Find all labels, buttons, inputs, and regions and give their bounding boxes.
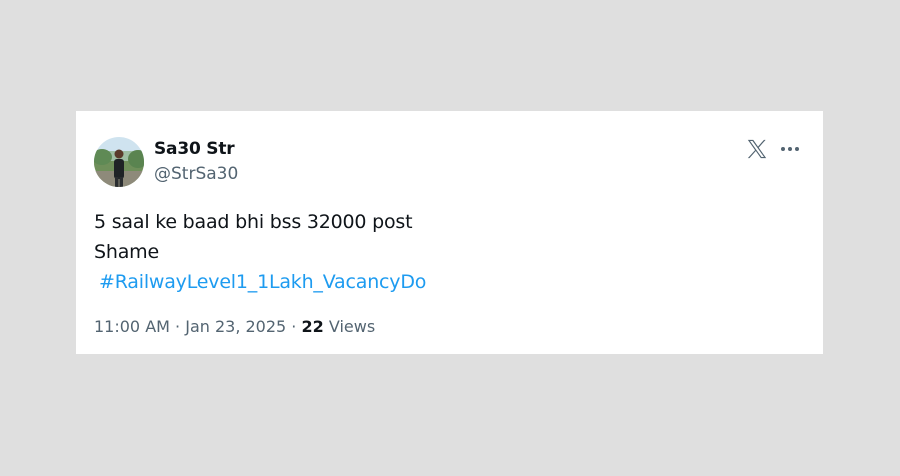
tweet-text: 5 saal ke baad bhi bss 32000 post Shame … bbox=[94, 207, 426, 297]
tweet-date[interactable]: Jan 23, 2025 bbox=[185, 317, 286, 336]
tweet-card[interactable]: Sa30 Str @StrSa30 5 saal ke baad bhi bss… bbox=[76, 111, 823, 354]
x-logo-icon[interactable] bbox=[746, 138, 768, 160]
tweet-time[interactable]: 11:00 AM bbox=[94, 317, 170, 336]
views-count: 22 bbox=[301, 317, 324, 336]
tweet-text-line: Shame bbox=[94, 241, 159, 263]
user-handle[interactable]: @StrSa30 bbox=[154, 164, 238, 184]
tweet-text-line: 5 saal ke baad bhi bss 32000 post bbox=[94, 211, 413, 233]
more-dots-icon[interactable] bbox=[778, 140, 802, 158]
meta-separator: · bbox=[286, 317, 302, 336]
tweet-meta: 11:00 AM · Jan 23, 2025 · 22 Views bbox=[94, 317, 375, 336]
hashtag-link[interactable]: #RailwayLevel1_1Lakh_VacancyDo bbox=[99, 271, 426, 293]
views-label: Views bbox=[328, 317, 376, 336]
avatar[interactable] bbox=[94, 137, 144, 187]
meta-separator: · bbox=[169, 317, 186, 336]
avatar-photo bbox=[94, 137, 144, 187]
display-name[interactable]: Sa30 Str bbox=[154, 139, 235, 159]
